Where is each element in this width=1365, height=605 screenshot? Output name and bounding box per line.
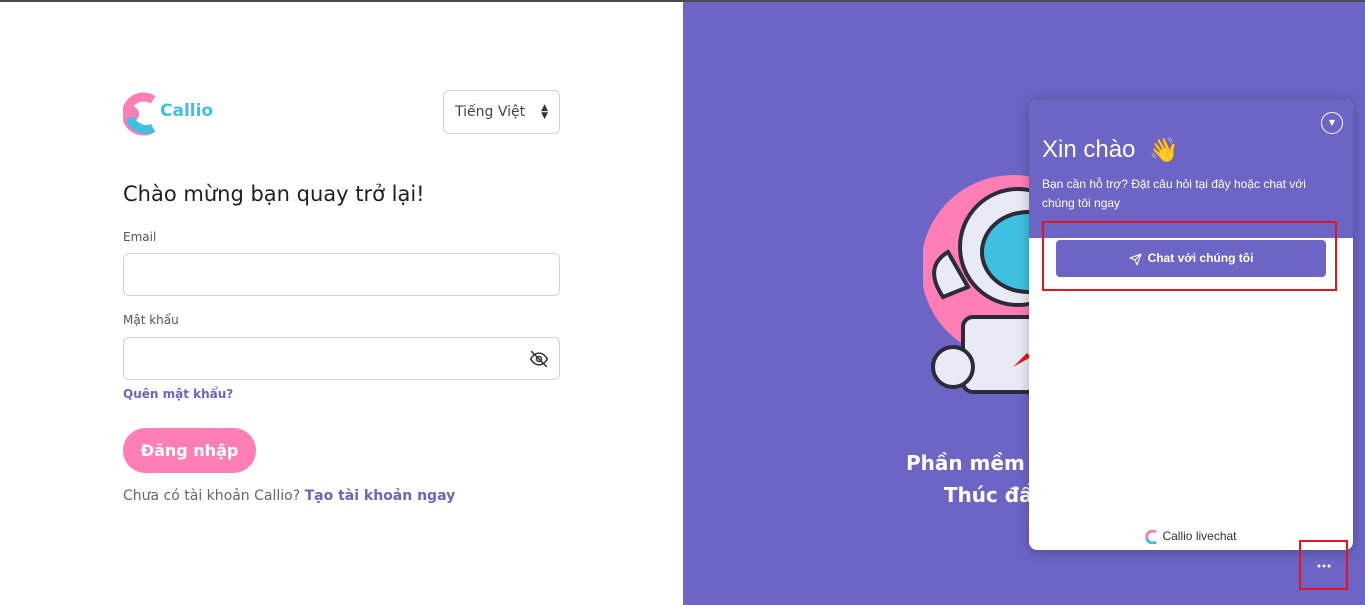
language-select-value: Tiếng Việt	[455, 104, 526, 120]
eye-off-icon[interactable]	[529, 349, 549, 369]
login-button[interactable]: Đăng nhập	[123, 428, 256, 473]
signup-link[interactable]: Tạo tài khoản ngay	[305, 488, 456, 504]
email-label: Email	[123, 230, 157, 244]
collapse-icon[interactable]: ▼	[1321, 112, 1343, 134]
livechat-footer-text: Callio livechat	[1162, 529, 1237, 544]
language-select[interactable]: Tiếng Việt ▲ ▼	[443, 90, 560, 134]
password-label: Mật khẩu	[123, 313, 179, 327]
email-input[interactable]	[123, 253, 560, 296]
page-title: Chào mừng bạn quay trở lại!	[123, 182, 425, 206]
signup-prompt: Chưa có tài khoản Callio? Tạo tài khoản …	[123, 488, 455, 504]
livechat-subtitle: Bạn cần hỗ trợ? Đặt câu hỏi tại đây hoặc…	[1042, 177, 1306, 210]
callio-logo: Callio	[121, 92, 213, 136]
livechat-widget: ▼ Xin chào 👋 Bạn cần hỗ trợ? Đặt câu hỏi…	[1029, 100, 1353, 550]
callio-mini-logo	[1145, 530, 1158, 544]
highlight-box-chat-button	[1042, 221, 1337, 291]
logo-wordmark: Callio	[160, 101, 214, 121]
wave-icon: 👋	[1149, 136, 1179, 164]
login-panel: Callio Tiếng Việt ▲ ▼ Chào mừng bạn quay …	[0, 2, 683, 605]
signup-text: Chưa có tài khoản Callio?	[123, 488, 301, 504]
livechat-header: ▼ Xin chào 👋 Bạn cần hỗ trợ? Đặt câu hỏi…	[1029, 100, 1353, 238]
password-field[interactable]	[123, 337, 560, 380]
highlight-box-chat-fab	[1299, 540, 1348, 590]
livechat-title: Xin chào	[1042, 136, 1136, 163]
forgot-password-link[interactable]: Quên mật khẩu?	[123, 387, 233, 401]
select-arrows-icon: ▲ ▼	[541, 103, 548, 121]
